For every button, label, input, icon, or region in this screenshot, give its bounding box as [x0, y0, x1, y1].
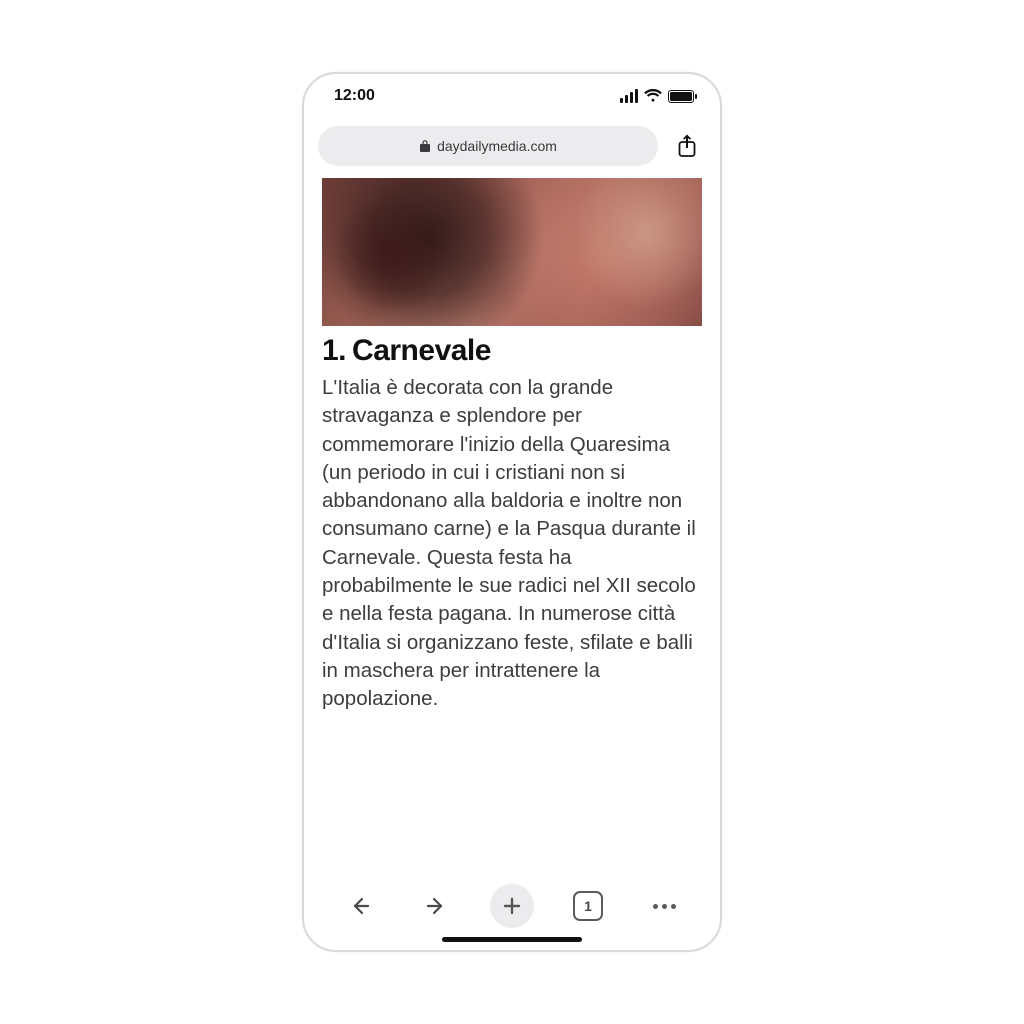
wifi-icon — [644, 89, 662, 103]
status-bar: 12:00 — [304, 74, 720, 118]
canvas: 12:00 dayda — [0, 0, 1024, 1024]
tab-count: 1 — [584, 898, 592, 914]
page-content[interactable]: 1. Carnevale L'Italia è decorata con la … — [304, 176, 720, 874]
lock-icon — [419, 139, 431, 153]
article-number: 1. — [322, 334, 346, 368]
article-title: 1. Carnevale — [322, 334, 702, 368]
more-icon — [653, 904, 676, 909]
home-indicator[interactable] — [442, 937, 582, 942]
new-tab-button[interactable] — [490, 884, 534, 928]
share-button[interactable] — [668, 127, 706, 165]
cellular-signal-icon — [620, 89, 638, 103]
menu-button[interactable] — [642, 884, 686, 928]
address-bar-domain: daydailymedia.com — [437, 138, 557, 154]
browser-toolbar: daydailymedia.com — [304, 118, 720, 176]
tabs-button[interactable]: 1 — [566, 884, 610, 928]
phone-frame: 12:00 dayda — [302, 72, 722, 952]
article-title-text: Carnevale — [352, 334, 491, 368]
article-hero-image — [322, 178, 702, 326]
back-button[interactable] — [338, 884, 382, 928]
forward-button[interactable] — [414, 884, 458, 928]
status-indicators — [620, 89, 694, 103]
status-time: 12:00 — [334, 87, 375, 105]
battery-icon — [668, 90, 694, 103]
address-bar[interactable]: daydailymedia.com — [318, 126, 658, 166]
article-body: L'Italia è decorata con la grande strava… — [322, 374, 702, 713]
